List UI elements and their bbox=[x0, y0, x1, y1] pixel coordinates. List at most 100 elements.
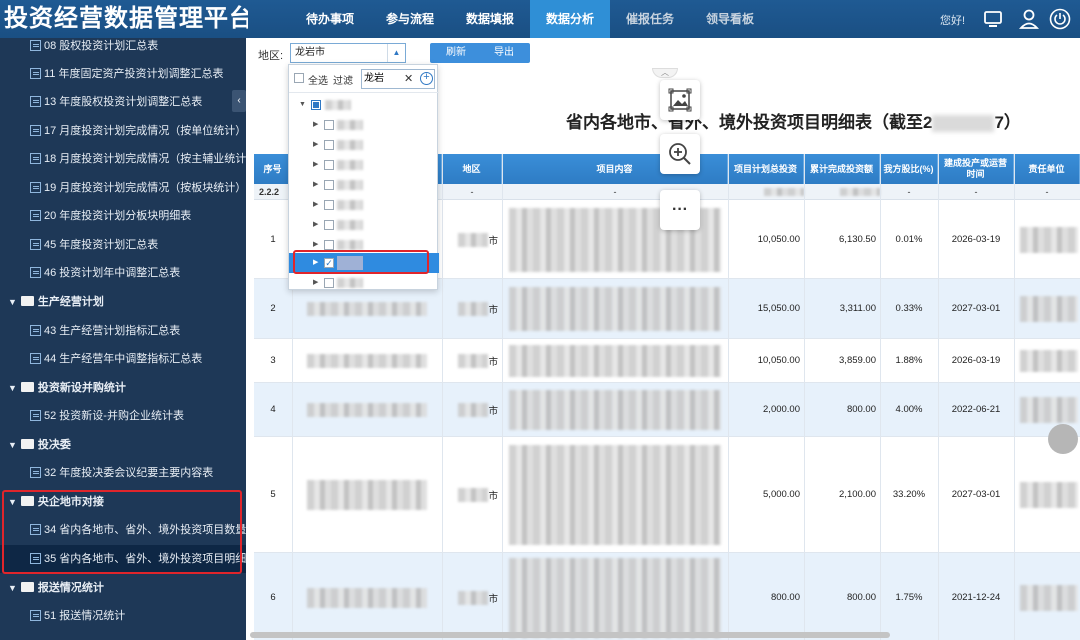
assistant-float-icon[interactable] bbox=[1048, 424, 1078, 454]
table-row[interactable]: 6 市 800.00 800.00 1.75% 2021-12-24 bbox=[254, 553, 1080, 640]
clear-icon[interactable]: ✕ bbox=[404, 70, 413, 88]
row-planned: 2,000.00 bbox=[763, 404, 800, 415]
highlight-box-selected-node bbox=[293, 250, 429, 274]
tab-todo[interactable]: 待办事项 bbox=[290, 0, 370, 38]
node-checkbox[interactable] bbox=[324, 160, 334, 170]
horizontal-scrollbar[interactable] bbox=[250, 632, 890, 638]
sidebar-collapse-button[interactable]: ‹ bbox=[232, 90, 246, 112]
collapse-handle[interactable]: ︿ bbox=[652, 68, 678, 78]
node-checkbox[interactable] bbox=[324, 200, 334, 210]
sidebar-item-report-08[interactable]: 08 股权投资计划汇总表 bbox=[0, 38, 246, 60]
tree-node[interactable]: ▶ bbox=[289, 135, 439, 155]
tab-data-analysis[interactable]: 数据分析 bbox=[530, 0, 610, 38]
tree-node[interactable]: ▶ bbox=[289, 195, 439, 215]
report-icon bbox=[30, 466, 41, 478]
row-content bbox=[506, 437, 724, 552]
redacted-text bbox=[307, 402, 427, 417]
sidebar-item-report-11[interactable]: 11 年度固定资产投资计划调整汇总表 bbox=[0, 60, 246, 88]
redacted-text bbox=[1020, 481, 1078, 508]
select-all-label: 全选 bbox=[308, 76, 328, 87]
app-title: 投资经营数据管理平台 bbox=[4, 5, 248, 32]
redacted-text bbox=[325, 100, 351, 110]
col-completed-investment: 累计完成投资额 bbox=[804, 154, 880, 184]
report-title-suffix: 7） bbox=[994, 113, 1021, 132]
expand-arrow-icon[interactable]: ▼ bbox=[299, 95, 306, 115]
collapsed-arrow-icon[interactable]: ▶ bbox=[313, 155, 318, 175]
sidebar-group-submission-stats[interactable]: ▼ 报送情况统计 bbox=[0, 574, 246, 602]
node-checkbox[interactable] bbox=[324, 220, 334, 230]
report-icon bbox=[30, 95, 41, 107]
sidebar-item-report-17[interactable]: 17 月度投资计划完成情况（按单位统计） bbox=[0, 117, 246, 145]
row-seq: 1 bbox=[270, 234, 276, 245]
node-checkbox[interactable] bbox=[324, 120, 334, 130]
refresh-button[interactable]: 刷新 bbox=[430, 43, 482, 63]
node-checkbox[interactable] bbox=[324, 240, 334, 250]
user-icon[interactable] bbox=[1018, 8, 1040, 30]
tree-node[interactable]: ▶ bbox=[289, 175, 439, 195]
collapsed-arrow-icon[interactable]: ▶ bbox=[313, 273, 318, 289]
redacted-value bbox=[764, 188, 804, 196]
power-icon[interactable] bbox=[1049, 8, 1071, 30]
report-icon bbox=[30, 152, 41, 164]
redacted-text bbox=[458, 402, 489, 417]
sidebar-item-report-20[interactable]: 20 年度投资计划分板块明细表 bbox=[0, 202, 246, 230]
collapsed-arrow-icon[interactable]: ▶ bbox=[313, 135, 318, 155]
sidebar-item-report-46[interactable]: 46 投资计划年中调整汇总表 bbox=[0, 259, 246, 287]
dropdown-toolbar: 全选 过滤 龙岩 ✕ + bbox=[289, 65, 439, 93]
tree-node[interactable]: ▶ bbox=[289, 155, 439, 175]
sidebar-item-report-19[interactable]: 19 月度投资计划完成情况（按板块统计） bbox=[0, 174, 246, 202]
crosshair-icon[interactable]: + bbox=[420, 72, 433, 85]
sidebar-group-production-plan[interactable]: ▼ 生产经营计划 bbox=[0, 288, 246, 316]
node-checkbox[interactable] bbox=[324, 278, 334, 288]
sidebar-group-investment-new-acquisition[interactable]: ▼ 投资新设并购统计 bbox=[0, 374, 246, 402]
report-icon bbox=[30, 609, 41, 621]
row-seq: 5 bbox=[270, 489, 276, 500]
collapsed-arrow-icon[interactable]: ▶ bbox=[313, 215, 318, 235]
tree-search-input[interactable]: 龙岩 ✕ + bbox=[361, 69, 435, 89]
tab-participated-process[interactable]: 参与流程 bbox=[370, 0, 450, 38]
image-icon[interactable] bbox=[660, 80, 700, 120]
sidebar-item-report-32[interactable]: 32 年度投决委会议纪要主要内容表 bbox=[0, 459, 246, 487]
caret-up-icon[interactable]: ▲ bbox=[387, 44, 405, 62]
region-dropdown: 全选 过滤 龙岩 ✕ + ▼ ▶ ▶ ▶ ▶ ▶ ▶ ▶ ▶ ✓ ▶ bbox=[288, 64, 439, 290]
tab-reminder-task[interactable]: 催报任务 bbox=[610, 0, 690, 38]
sidebar-item-report-44[interactable]: 44 生产经营年中调整指标汇总表 bbox=[0, 345, 246, 373]
expand-arrow-icon: ▼ bbox=[8, 440, 17, 450]
sidebar-item-report-18[interactable]: 18 月度投资计划完成情况（按主辅业统计 bbox=[0, 145, 246, 173]
filter-label: 过滤 bbox=[333, 76, 353, 87]
tree-node-root[interactable]: ▼ bbox=[289, 95, 439, 115]
tree-node[interactable]: ▶ bbox=[289, 215, 439, 235]
redacted-text bbox=[337, 180, 363, 190]
partial-checkbox[interactable] bbox=[311, 100, 321, 110]
node-checkbox[interactable] bbox=[324, 140, 334, 150]
collapsed-arrow-icon[interactable]: ▶ bbox=[313, 195, 318, 215]
tab-leader-dashboard[interactable]: 领导看板 bbox=[690, 0, 770, 38]
collapsed-arrow-icon[interactable]: ▶ bbox=[313, 115, 318, 135]
collapsed-arrow-icon[interactable]: ▶ bbox=[313, 175, 318, 195]
redacted-text bbox=[337, 240, 363, 250]
tree-node[interactable]: ▶ bbox=[289, 115, 439, 135]
sidebar-group-investment-committee[interactable]: ▼ 投决委 bbox=[0, 431, 246, 459]
more-icon[interactable]: ··· bbox=[660, 190, 700, 230]
export-button[interactable]: 导出 bbox=[478, 43, 530, 63]
table-row[interactable]: 4 市 2,000.00 800.00 4.00% 2022-06-21 bbox=[254, 383, 1080, 437]
select-all-checkbox[interactable] bbox=[294, 73, 304, 83]
region-select[interactable]: 龙岩市 ▲ bbox=[290, 43, 406, 63]
tab-data-entry[interactable]: 数据填报 bbox=[450, 0, 530, 38]
user-greeting: 您好! bbox=[940, 15, 966, 27]
sidebar-item-report-45[interactable]: 45 年度投资计划汇总表 bbox=[0, 231, 246, 259]
subtotal-dash: - bbox=[1045, 187, 1049, 197]
row-time: 2026-03-19 bbox=[951, 355, 1001, 366]
table-row[interactable]: 5 市 5,000.00 2,100.00 33.20% 2027-03-01 bbox=[254, 437, 1080, 553]
monitor-icon[interactable] bbox=[982, 8, 1004, 30]
sidebar-item-report-13[interactable]: 13 年度股权投资计划调整汇总表 bbox=[0, 88, 246, 116]
tree-node[interactable]: ▶ bbox=[289, 273, 439, 289]
node-checkbox[interactable] bbox=[324, 180, 334, 190]
table-row[interactable]: 3 市 10,050.00 3,859.00 1.88% 2026-03-19 bbox=[254, 339, 1080, 383]
sidebar-item-report-51[interactable]: 51 报送情况统计 bbox=[0, 602, 246, 630]
sidebar-item-report-52[interactable]: 52 投资新设-并购企业统计表 bbox=[0, 402, 246, 430]
zoom-in-icon[interactable] bbox=[660, 134, 700, 174]
sidebar-item-report-43[interactable]: 43 生产经营计划指标汇总表 bbox=[0, 317, 246, 345]
redacted-text bbox=[509, 286, 721, 331]
row-planned: 10,050.00 bbox=[757, 234, 800, 245]
